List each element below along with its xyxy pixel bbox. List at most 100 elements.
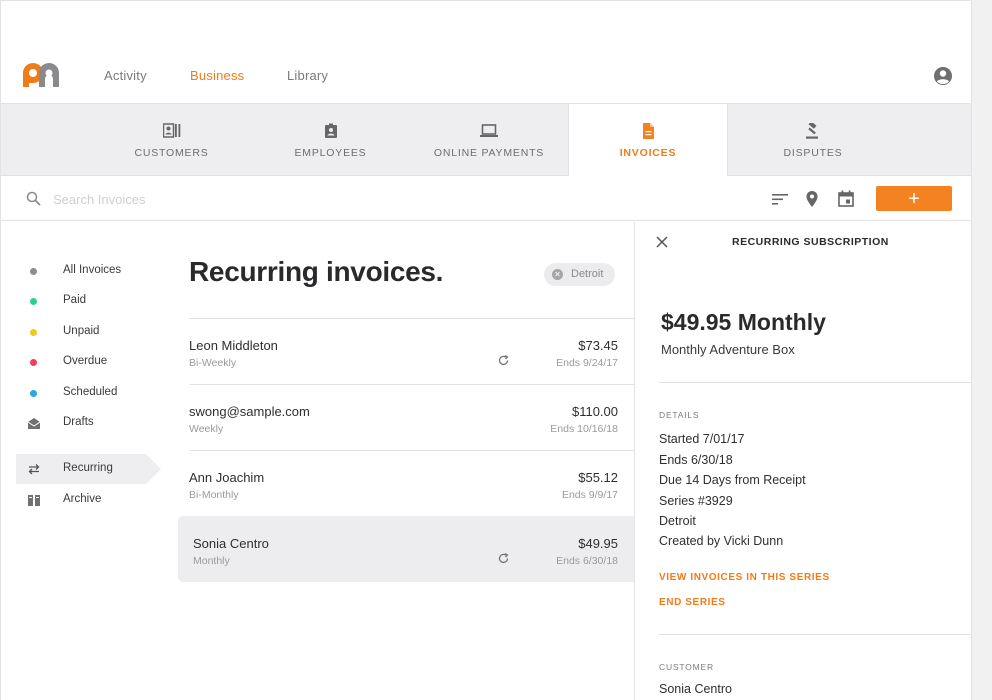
sidebar-item-recurring[interactable]: Recurring xyxy=(16,454,161,484)
filter-chip-label: Detroit xyxy=(571,268,604,280)
invoice-customer-name: Sonia Centro xyxy=(193,536,269,551)
invoice-row[interactable]: Ann Joachim Bi-Monthly $55.12 Ends 9/9/1… xyxy=(189,450,634,516)
close-icon[interactable] xyxy=(656,236,668,248)
sort-icon[interactable] xyxy=(771,190,789,208)
search-input[interactable] xyxy=(53,187,433,211)
invoice-frequency: Weekly xyxy=(189,423,224,435)
sidebar-item-overdue[interactable]: Overdue xyxy=(16,347,161,377)
sidebar-item-archive[interactable]: Archive xyxy=(16,485,161,515)
subscription-price: $49.95 Monthly xyxy=(661,309,826,335)
invoice-end-date: Ends 9/9/17 xyxy=(561,489,618,501)
details-section-label: DETAILS xyxy=(659,410,700,420)
detail-location: Detroit xyxy=(659,514,696,528)
status-dot xyxy=(30,390,37,397)
divider xyxy=(659,634,971,635)
detail-created-by: Created by Vicki Dunn xyxy=(659,534,784,548)
invoice-frequency: Bi-Weekly xyxy=(189,357,237,369)
invoice-amount: $73.45 xyxy=(578,338,618,353)
sidebar-item-label: All Invoices xyxy=(63,264,122,276)
invoice-amount: $110.00 xyxy=(571,404,618,419)
invoice-list-panel: Recurring invoices. ✕ Detroit Leon Middl… xyxy=(177,222,634,700)
detail-series: Series #3929 xyxy=(659,494,733,508)
tab-label: DISPUTES xyxy=(783,147,843,159)
invoice-end-date: Ends 10/16/18 xyxy=(550,423,618,435)
end-series-link[interactable]: END SERIES xyxy=(659,597,726,608)
detail-ends: Ends 6/30/18 xyxy=(659,453,733,467)
laptop-icon xyxy=(480,124,498,137)
location-pin-icon[interactable] xyxy=(803,190,821,208)
envelope-open-icon xyxy=(27,418,41,429)
invoice-row[interactable]: Leon Middleton Bi-Weekly $73.45 Ends 9/2… xyxy=(189,318,634,384)
tab-online-payments[interactable]: ONLINE PAYMENTS xyxy=(410,104,568,176)
invoice-list: Leon Middleton Bi-Weekly $73.45 Ends 9/2… xyxy=(178,318,634,582)
sidebar-item-scheduled[interactable]: Scheduled xyxy=(16,378,161,408)
status-dot xyxy=(30,359,37,366)
sidebar-item-label: Recurring xyxy=(63,462,113,474)
search-icon xyxy=(26,191,41,206)
location-filter-chip[interactable]: ✕ Detroit xyxy=(544,263,615,286)
invoice-row[interactable]: swong@sample.com Weekly $110.00 Ends 10/… xyxy=(189,384,634,450)
invoice-frequency: Monthly xyxy=(193,555,230,567)
sidebar-item-all-invoices[interactable]: All Invoices xyxy=(16,256,161,286)
subscription-detail-panel: RECURRING SUBSCRIPTION $49.95 Monthly Mo… xyxy=(634,222,971,700)
add-invoice-button[interactable]: + xyxy=(876,186,952,211)
subscription-product: Monthly Adventure Box xyxy=(661,342,795,357)
account-icon[interactable] xyxy=(933,66,953,86)
sidebar-item-label: Archive xyxy=(63,493,102,505)
section-tabs: CUSTOMERS EMPLOYEES ONLINE PAYMENTS INVO… xyxy=(1,104,971,177)
remove-filter-icon[interactable]: ✕ xyxy=(552,269,563,280)
sidebar-item-paid[interactable]: Paid xyxy=(16,286,161,316)
sidebar-item-unpaid[interactable]: Unpaid xyxy=(16,317,161,347)
customers-icon xyxy=(162,123,180,138)
document-icon xyxy=(643,123,654,139)
refresh-icon xyxy=(498,552,509,564)
repeat-icon xyxy=(28,464,40,475)
tab-invoices[interactable]: INVOICES xyxy=(568,104,728,177)
invoice-end-date: Ends 6/30/18 xyxy=(556,555,618,567)
invoice-customer-name: Leon Middleton xyxy=(189,338,278,353)
invoice-frequency: Bi-Monthly xyxy=(189,489,239,501)
invoice-customer-name: Ann Joachim xyxy=(189,470,265,485)
employee-badge-icon xyxy=(324,123,337,138)
sidebar-item-drafts[interactable]: Drafts xyxy=(16,408,161,438)
status-dot xyxy=(30,298,37,305)
tab-label: EMPLOYEES xyxy=(294,147,367,159)
tab-customers[interactable]: CUSTOMERS xyxy=(92,104,251,176)
sidebar-item-label: Scheduled xyxy=(63,386,118,398)
tab-label: ONLINE PAYMENTS xyxy=(433,147,545,159)
refresh-icon xyxy=(498,354,509,366)
top-navigation: Activity Business Library xyxy=(1,1,971,104)
gavel-icon xyxy=(806,123,818,139)
archive-icon xyxy=(28,495,40,506)
brand-logo[interactable] xyxy=(21,61,61,89)
invoice-customer-name: swong@sample.com xyxy=(189,404,310,419)
search-toolbar: + xyxy=(1,176,971,221)
status-dot xyxy=(30,329,37,336)
customer-name: Sonia Centro xyxy=(659,682,732,696)
invoice-amount: $49.95 xyxy=(578,536,618,551)
nav-business[interactable]: Business xyxy=(190,68,244,83)
sidebar-item-label: Paid xyxy=(63,294,87,306)
app-window: Activity Business Library CUSTOMERS EMPL… xyxy=(0,0,972,700)
invoice-filter-sidebar: All Invoices Paid Unpaid Overdue Schedul… xyxy=(1,222,176,700)
invoice-amount: $55.12 xyxy=(578,470,618,485)
detail-started: Started 7/01/17 xyxy=(659,432,745,446)
divider xyxy=(659,382,971,383)
detail-due: Due 14 Days from Receipt xyxy=(659,473,806,487)
customer-section-label: CUSTOMER xyxy=(659,662,714,672)
tab-label: INVOICES xyxy=(619,147,677,159)
tab-label: CUSTOMERS xyxy=(134,147,209,159)
tab-disputes[interactable]: DISPUTES xyxy=(728,104,898,176)
invoice-end-date: Ends 9/24/17 xyxy=(556,357,618,369)
page-title: Recurring invoices. xyxy=(189,256,444,287)
nav-activity[interactable]: Activity xyxy=(104,68,147,83)
tab-employees[interactable]: EMPLOYEES xyxy=(251,104,410,176)
calendar-icon[interactable] xyxy=(837,190,855,208)
status-dot xyxy=(30,268,37,275)
sidebar-item-label: Overdue xyxy=(63,355,108,367)
view-series-invoices-link[interactable]: VIEW INVOICES IN THIS SERIES xyxy=(659,572,830,583)
sidebar-item-label: Drafts xyxy=(63,416,94,428)
invoice-row-selected[interactable]: Sonia Centro Monthly $49.95 Ends 6/30/18 xyxy=(178,516,634,582)
detail-heading: RECURRING SUBSCRIPTION xyxy=(732,236,889,248)
nav-library[interactable]: Library xyxy=(287,68,328,83)
